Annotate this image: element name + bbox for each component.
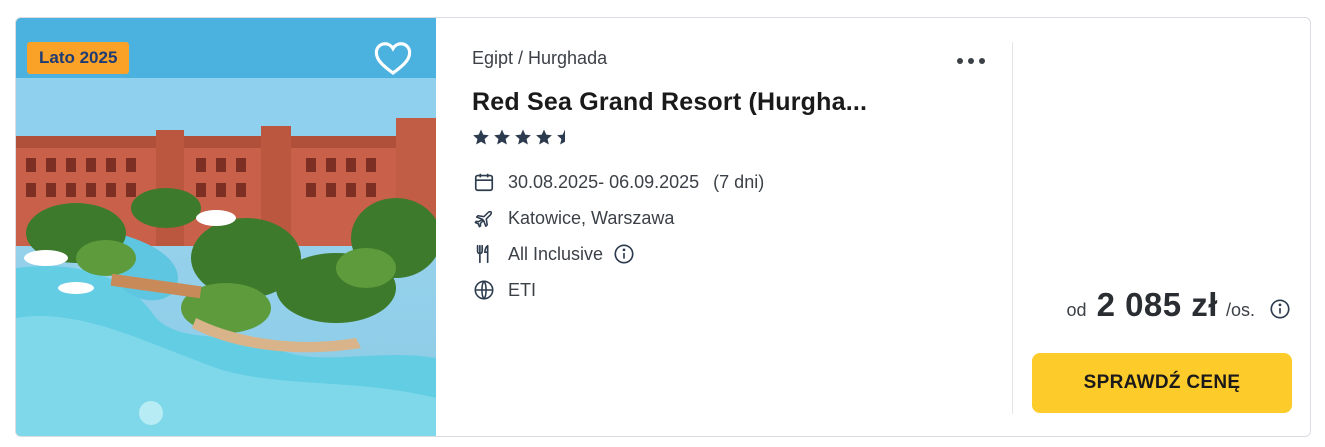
check-price-button[interactable]: SPRAWDŹ CENĘ: [1032, 353, 1292, 413]
departure-row: Katowice, Warszawa: [472, 206, 674, 230]
star-rating: [472, 128, 574, 146]
offer-card[interactable]: Lato 2025 Egipt / Hurghada Red Sea Grand…: [15, 17, 1311, 437]
tour-operator: ETI: [508, 279, 537, 300]
more-options-icon[interactable]: [953, 54, 989, 68]
info-icon[interactable]: [1269, 298, 1291, 320]
calendar-icon: [472, 170, 496, 194]
price-row: od 2 085 zł /os.: [1067, 286, 1291, 324]
globe-icon: [472, 278, 496, 302]
season-badge: Lato 2025: [27, 42, 130, 74]
board-row: All Inclusive: [472, 242, 635, 266]
location-breadcrumb[interactable]: Egipt / Hurghada: [472, 48, 607, 69]
star-icon: [473, 129, 489, 145]
plane-icon: [472, 206, 496, 230]
price-prefix: od: [1066, 300, 1087, 320]
star-icon: [494, 129, 510, 145]
date-row: 30.08.2025- 06.09.2025 (7 dni): [472, 170, 764, 194]
hotel-name[interactable]: Red Sea Grand Resort (Hurgha...: [472, 88, 867, 117]
hotel-photo[interactable]: Lato 2025: [16, 18, 436, 436]
heart-icon[interactable]: [374, 40, 412, 76]
half-star-icon: [557, 129, 565, 145]
star-icon: [515, 129, 531, 145]
price-value: 2 085 zł: [1096, 286, 1218, 323]
hotel-photo-illustration: [16, 18, 436, 436]
price-unit: /os.: [1225, 300, 1255, 320]
info-icon[interactable]: [613, 243, 635, 265]
cutlery-icon: [472, 242, 496, 266]
trip-duration: (7 dni): [713, 171, 765, 192]
star-icon: [536, 129, 552, 145]
operator-row: ETI: [472, 278, 536, 302]
board-type: All Inclusive: [508, 243, 604, 264]
travel-dates: 30.08.2025- 06.09.2025: [508, 171, 700, 192]
divider: [1012, 42, 1013, 414]
departure-cities: Katowice, Warszawa: [508, 207, 675, 228]
